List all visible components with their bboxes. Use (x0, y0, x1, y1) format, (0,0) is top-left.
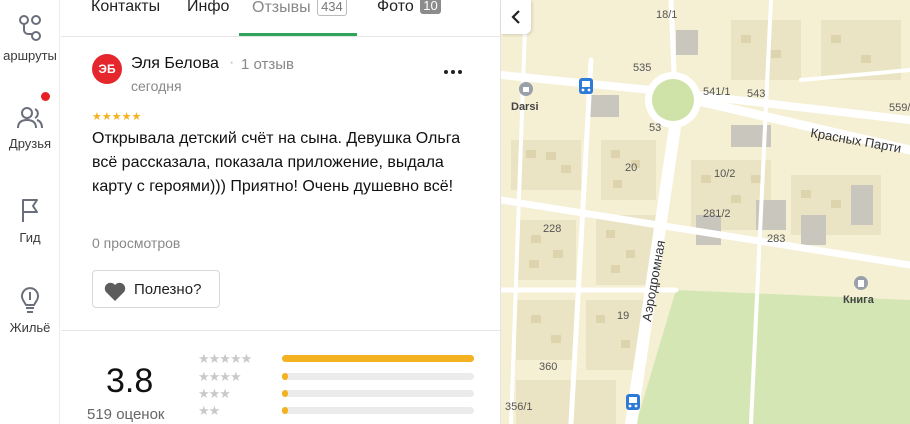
review-card: ЭБ Эля Белова · 1 отзыв сегодня ★★★★★ От… (61, 37, 501, 330)
distribution-stars: ★★ (198, 403, 220, 418)
house-number: 360 (539, 361, 558, 373)
distribution-track (282, 355, 474, 362)
distribution-stars: ★★★★★ (198, 351, 252, 366)
distribution-stars: ★★★ (198, 386, 231, 401)
more-dot-icon (458, 70, 462, 74)
rating-distribution-row[interactable]: ★★★★★ (198, 351, 478, 366)
more-options-button[interactable] (444, 61, 468, 75)
review-stars: ★★★★★ (92, 111, 142, 123)
poi-kniga[interactable]: Книга (843, 294, 874, 306)
rail-item-friends[interactable]: Друзья (0, 106, 60, 151)
flag-icon (22, 199, 38, 222)
tab-info-label: Инфо (187, 0, 230, 15)
review-text: Открывала детский счёт на сына. Девушка … (92, 130, 461, 195)
housing-icon (21, 287, 39, 313)
friends-icon (17, 107, 43, 129)
distribution-fill (282, 373, 288, 380)
tab-photos-label: Фото (377, 0, 414, 15)
house-number: 541/1 (703, 86, 731, 98)
poi-darsi[interactable]: Darsi (511, 101, 539, 113)
house-number: 19 (617, 310, 630, 322)
rail-label-friends: Друзья (8, 136, 52, 151)
rail-label-guide: Гид (19, 230, 41, 245)
tab-contacts[interactable]: Контакты (91, 0, 160, 17)
author-review-count: 1 отзыв (241, 56, 295, 73)
house-number: 283 (767, 233, 786, 245)
tab-contacts-label: Контакты (91, 0, 161, 15)
bus-stop-icon[interactable] (626, 394, 640, 410)
distribution-fill (282, 390, 288, 397)
bus-stop-icon[interactable] (579, 78, 593, 94)
distribution-track (282, 407, 474, 414)
rail-item-guide[interactable]: Гид (0, 196, 60, 245)
distribution-stars: ★★★★ (198, 369, 242, 384)
house-number: 53 (649, 122, 662, 134)
shop-icon[interactable] (519, 82, 533, 96)
distribution-fill (282, 407, 288, 414)
rail-item-housing[interactable]: Жильё (0, 284, 60, 335)
routes-icon (19, 15, 41, 41)
rating-distribution-row[interactable]: ★★★ (198, 386, 478, 401)
avatar[interactable]: ЭБ (92, 54, 122, 84)
map-view[interactable]: Darsi Книга 18/1 535 541/1 543 559/ 53 2… (501, 0, 910, 424)
separator-dot: · (229, 54, 235, 71)
useful-label: Полезно? (134, 281, 202, 298)
house-number: 559/ (889, 102, 910, 114)
heart-icon (104, 282, 126, 301)
collapse-panel-button[interactable] (501, 0, 531, 34)
notification-dot (41, 92, 50, 101)
rail-label-routes: аршруты (3, 48, 57, 63)
tab-reviews-count: 434 (317, 0, 347, 16)
review-author[interactable]: Эля Белова (131, 55, 219, 73)
bookstore-icon[interactable] (854, 276, 868, 290)
rail-label-housing: Жильё (9, 320, 51, 335)
tab-photos-count: 10 (420, 0, 441, 14)
divider (61, 330, 501, 331)
useful-button[interactable]: Полезно? (92, 270, 220, 308)
more-dot-icon (451, 70, 455, 74)
tab-info[interactable]: Инфо (187, 0, 229, 17)
house-number: 535 (633, 62, 652, 74)
house-number: 356/1 (505, 401, 533, 413)
house-number: 281/2 (703, 208, 731, 220)
chevron-left-icon (511, 10, 520, 24)
tab-reviews-label: Отзывы (252, 0, 311, 16)
rail-item-routes[interactable]: аршруты (0, 14, 60, 63)
house-number: 543 (747, 88, 766, 100)
rating-distribution-row[interactable]: ★★ (198, 403, 478, 418)
review-views: 0 просмотров (92, 235, 181, 251)
house-number: 20 (625, 162, 638, 174)
distribution-track (282, 373, 474, 380)
house-number: 18/1 (656, 9, 678, 21)
place-panel: Контакты Инфо Отзывы 434 Фото 10 ЭБ Эля … (61, 0, 501, 424)
review-date: сегодня (131, 78, 182, 94)
active-tab-indicator (239, 33, 357, 36)
tab-reviews[interactable]: Отзывы 434 (252, 0, 347, 18)
distribution-track (282, 390, 474, 397)
rating-count: 519 оценок (87, 406, 165, 423)
house-number: 228 (543, 223, 562, 235)
distribution-fill (282, 355, 474, 362)
rating-distribution-row[interactable]: ★★★★ (198, 369, 478, 384)
more-dot-icon (444, 70, 448, 74)
left-rail: аршруты Друзья Гид Жильё (0, 0, 60, 424)
tab-bar: Контакты Инфо Отзывы 434 Фото 10 (61, 0, 501, 37)
tab-photos[interactable]: Фото 10 (377, 0, 441, 17)
rating-value: 3.8 (106, 362, 154, 400)
house-number: 10/2 (714, 168, 736, 180)
